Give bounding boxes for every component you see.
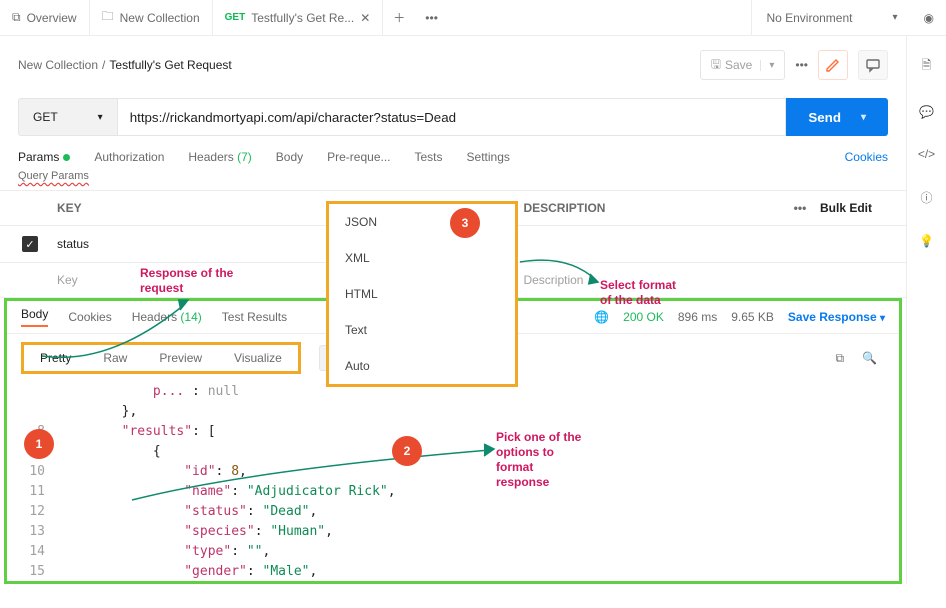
response-size: 9.65 KB [731, 310, 774, 324]
tab-newcollection[interactable]: 🗀 New Collection [90, 0, 213, 35]
checkbox-checked[interactable]: ✓ [22, 236, 38, 252]
tab-method-label: GET [225, 12, 246, 23]
param-key[interactable]: status [55, 237, 290, 251]
copy-icon[interactable]: ⧉ [835, 351, 844, 366]
format-option-xml[interactable]: XML [329, 240, 515, 276]
resp-tab-testresults[interactable]: Test Results [222, 310, 287, 324]
close-icon[interactable]: ✕ [360, 11, 370, 25]
comment-icon [865, 57, 881, 73]
tab-tests[interactable]: Tests [415, 150, 443, 164]
format-option-text[interactable]: Text [329, 312, 515, 348]
cookies-link[interactable]: Cookies [845, 150, 888, 164]
pencil-icon [825, 57, 841, 73]
column-options-button[interactable]: ••• [780, 201, 820, 215]
send-button[interactable]: Send ▾ [786, 98, 888, 136]
tab-newcollection-label: New Collection [120, 11, 200, 25]
tab-body[interactable]: Body [276, 150, 303, 164]
response-time: 896 ms [678, 310, 717, 324]
save-response-button[interactable]: Save Response ▾ [788, 310, 885, 324]
annotation-text-2: Select format of the data [600, 278, 676, 308]
status-code: 200 OK [623, 310, 664, 324]
tab-overview-label: Overview [27, 11, 77, 25]
chevron-down-icon[interactable]: ▾ [760, 60, 774, 71]
comments-icon[interactable]: 💬 [919, 105, 934, 119]
edit-button[interactable] [818, 50, 848, 80]
dot-icon [63, 154, 70, 161]
tab-request-label: Testfully's Get Re... [251, 11, 354, 25]
docs-icon[interactable]: 🗎 [922, 56, 932, 77]
annotation-badge-3: 3 [450, 208, 480, 238]
method-label: GET [33, 110, 58, 124]
idea-icon[interactable]: 💡 [919, 234, 934, 248]
format-dropdown: JSON XML HTML Text Auto [326, 201, 518, 387]
search-icon[interactable]: 🔍 [862, 351, 877, 366]
format-option-html[interactable]: HTML [329, 276, 515, 312]
tab-headers[interactable]: Headers (7) [188, 150, 251, 164]
info-icon[interactable]: ⓘ [920, 189, 932, 206]
breadcrumb-sep: / [102, 58, 105, 72]
format-option-json[interactable]: JSON [329, 204, 515, 240]
overview-icon: ⧉ [12, 10, 21, 25]
tab-authorization[interactable]: Authorization [94, 150, 164, 164]
save-icon: 🖫 [711, 55, 721, 76]
breadcrumb-collection[interactable]: New Collection [18, 58, 98, 72]
th-key: KEY [55, 201, 290, 215]
new-tab-button[interactable]: ＋ [383, 9, 415, 26]
tab-overview[interactable]: ⧉ Overview [0, 0, 90, 35]
comment-button[interactable] [858, 50, 888, 80]
chevron-down-icon: ▾ [98, 112, 103, 123]
code-icon[interactable]: </> [918, 147, 935, 161]
method-selector[interactable]: GET ▾ [18, 98, 117, 136]
folder-icon: 🗀 [102, 7, 114, 28]
chevron-down-icon: ▾ [892, 12, 897, 23]
annotation-badge-1: 1 [24, 429, 54, 459]
breadcrumb-request: Testfully's Get Request [109, 58, 231, 72]
chevron-down-icon[interactable]: ▾ [861, 112, 866, 123]
annotation-text-3: Pick one of the options to format respon… [496, 430, 581, 490]
environment-selector[interactable]: No Environment ▾ [751, 0, 911, 35]
more-dots-button[interactable]: ••• [795, 58, 808, 72]
url-input[interactable] [117, 98, 787, 136]
annotation-badge-2: 2 [392, 436, 422, 466]
annotation-text-1: Response of the request [140, 266, 233, 296]
view-visualize[interactable]: Visualize [218, 345, 298, 371]
tab-menu-button[interactable]: ••• [415, 11, 448, 25]
save-button[interactable]: 🖫 Save ▾ [700, 50, 786, 80]
environment-label: No Environment [766, 11, 852, 25]
format-option-auto[interactable]: Auto [329, 348, 515, 384]
view-env-icon[interactable]: ◉ [912, 11, 946, 25]
bulk-edit-button[interactable]: Bulk Edit [820, 201, 906, 215]
send-label: Send [808, 110, 841, 125]
save-label: Save [725, 58, 752, 72]
query-params-title: Query Params [0, 168, 906, 184]
chevron-down-icon: ▾ [880, 313, 885, 324]
tab-request[interactable]: GET Testfully's Get Re... ✕ [213, 0, 384, 35]
tab-prerequest[interactable]: Pre-reque... [327, 150, 390, 164]
th-description: DESCRIPTION [523, 201, 780, 215]
tab-params[interactable]: Params [18, 150, 70, 164]
tab-settings[interactable]: Settings [467, 150, 510, 164]
globe-icon[interactable]: 🌐 [594, 310, 609, 324]
